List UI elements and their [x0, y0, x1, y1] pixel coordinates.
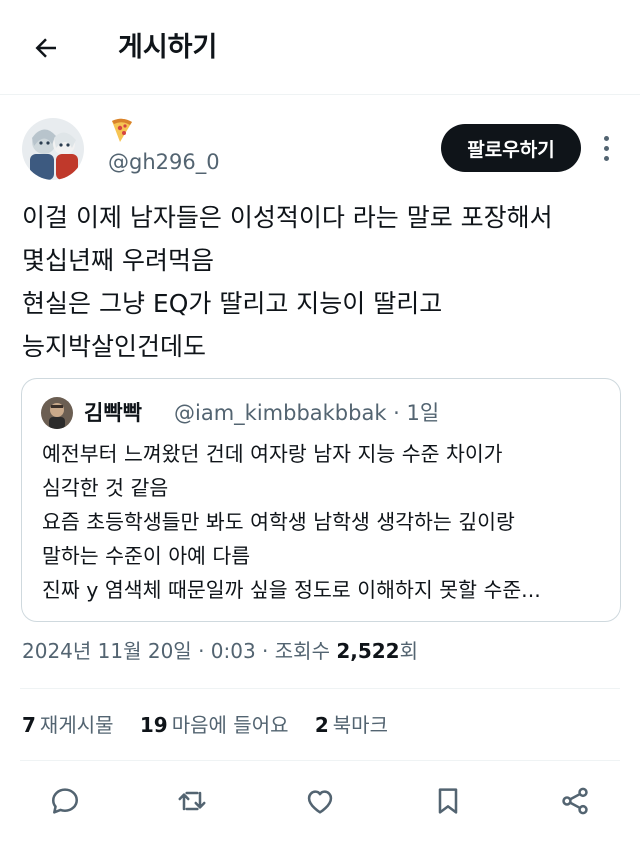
quoted-tweet[interactable]: 김빡빡 @iam_kimbbakbbak · 1일 예전부터 느껴왔던 건데 여…: [21, 378, 621, 622]
retweet-icon: [178, 791, 206, 811]
engagement-stats: 7 재게시물 19 마음에 들어요 2 북마크: [22, 708, 408, 742]
bookmarks-stat[interactable]: 2 북마크: [315, 708, 388, 742]
share-button[interactable]: [558, 784, 592, 818]
divider: [20, 688, 620, 689]
more-dot-icon: [603, 135, 609, 141]
like-button[interactable]: [303, 784, 337, 818]
quoted-avatar: [41, 397, 73, 429]
quoted-line: 말하는 수준이 아예 다름: [42, 544, 251, 568]
divider: [20, 760, 620, 761]
retweet-button[interactable]: [175, 784, 209, 818]
author-row: @gh296_0 팔로우하기: [0, 110, 640, 190]
more-options-button[interactable]: [592, 124, 620, 172]
quoted-line: 예전부터 느껴왔던 건데 여자랑 남자 지능 수준 차이가: [42, 442, 503, 466]
quoted-text: 예전부터 느껴왔던 건데 여자랑 남자 지능 수준 차이가 심각한 것 같음 요…: [42, 437, 612, 607]
bookmarks-count: 2: [314, 713, 329, 737]
more-dot-icon: [603, 155, 609, 161]
view-suffix: 회: [399, 639, 418, 663]
pizza-icon: [108, 116, 136, 144]
follow-button[interactable]: 팔로우하기: [441, 124, 581, 172]
tweet-meta: 2024년 11월 20일 · 0:03 · 조회수 2,522회: [22, 636, 418, 666]
view-count: 2,522: [336, 639, 400, 663]
page-title: 게시하기: [118, 32, 218, 63]
tweet-text: 이걸 이제 남자들은 이성적이다 라는 말로 포장해서 몇십년째 우려먹음 현실…: [22, 196, 622, 368]
quoted-line: 요즘 초등학생들만 봐도 여학생 남학생 생각하는 깊이랑: [42, 510, 515, 534]
bookmark-icon: [438, 788, 458, 814]
likes-count: 19: [139, 713, 168, 737]
bookmarks-label: 북마크: [332, 713, 388, 737]
author-handle[interactable]: @gh296_0: [108, 148, 220, 176]
reply-button[interactable]: [48, 784, 82, 818]
quoted-line: 심각한 것 같음: [42, 476, 169, 500]
tweet-line: 이걸 이제 남자들은 이성적이다 라는 말로 포장해서: [22, 203, 553, 232]
tweet-line: 현실은 그냥 EQ가 딸리고 지능이 딸리고: [22, 289, 443, 318]
reply-icon: [52, 788, 78, 814]
tweet-line: 능지박살인건데도: [22, 332, 207, 361]
avatar[interactable]: [22, 118, 84, 180]
retweets-count: 7: [22, 713, 36, 737]
bookmark-button[interactable]: [431, 784, 465, 818]
like-icon: [307, 790, 333, 814]
back-button[interactable]: [26, 28, 66, 68]
quoted-handle-time: @iam_kimbbakbbak · 1일: [174, 401, 440, 425]
tweet-line: 몇십년째 우려먹음: [22, 246, 214, 275]
quoted-display-name: 김빡빡: [84, 401, 142, 425]
action-bar: [0, 776, 640, 826]
retweets-stat[interactable]: 7 재게시물: [22, 708, 114, 742]
share-icon: [562, 787, 588, 815]
tweet-datetime: 2024년 11월 20일 · 0:03 · 조회수: [22, 639, 337, 663]
retweets-label: 재게시물: [39, 713, 114, 737]
likes-label: 마음에 들어요: [171, 713, 289, 737]
likes-stat[interactable]: 19 마음에 들어요: [140, 708, 289, 742]
top-bar: 게시하기: [0, 0, 640, 95]
quoted-line: 진짜 y 염색체 때문일까 싶을 정도로 이해하지 못할 수준...: [42, 578, 541, 602]
arrow-left-icon: [35, 38, 56, 58]
more-dot-icon: [603, 145, 609, 151]
